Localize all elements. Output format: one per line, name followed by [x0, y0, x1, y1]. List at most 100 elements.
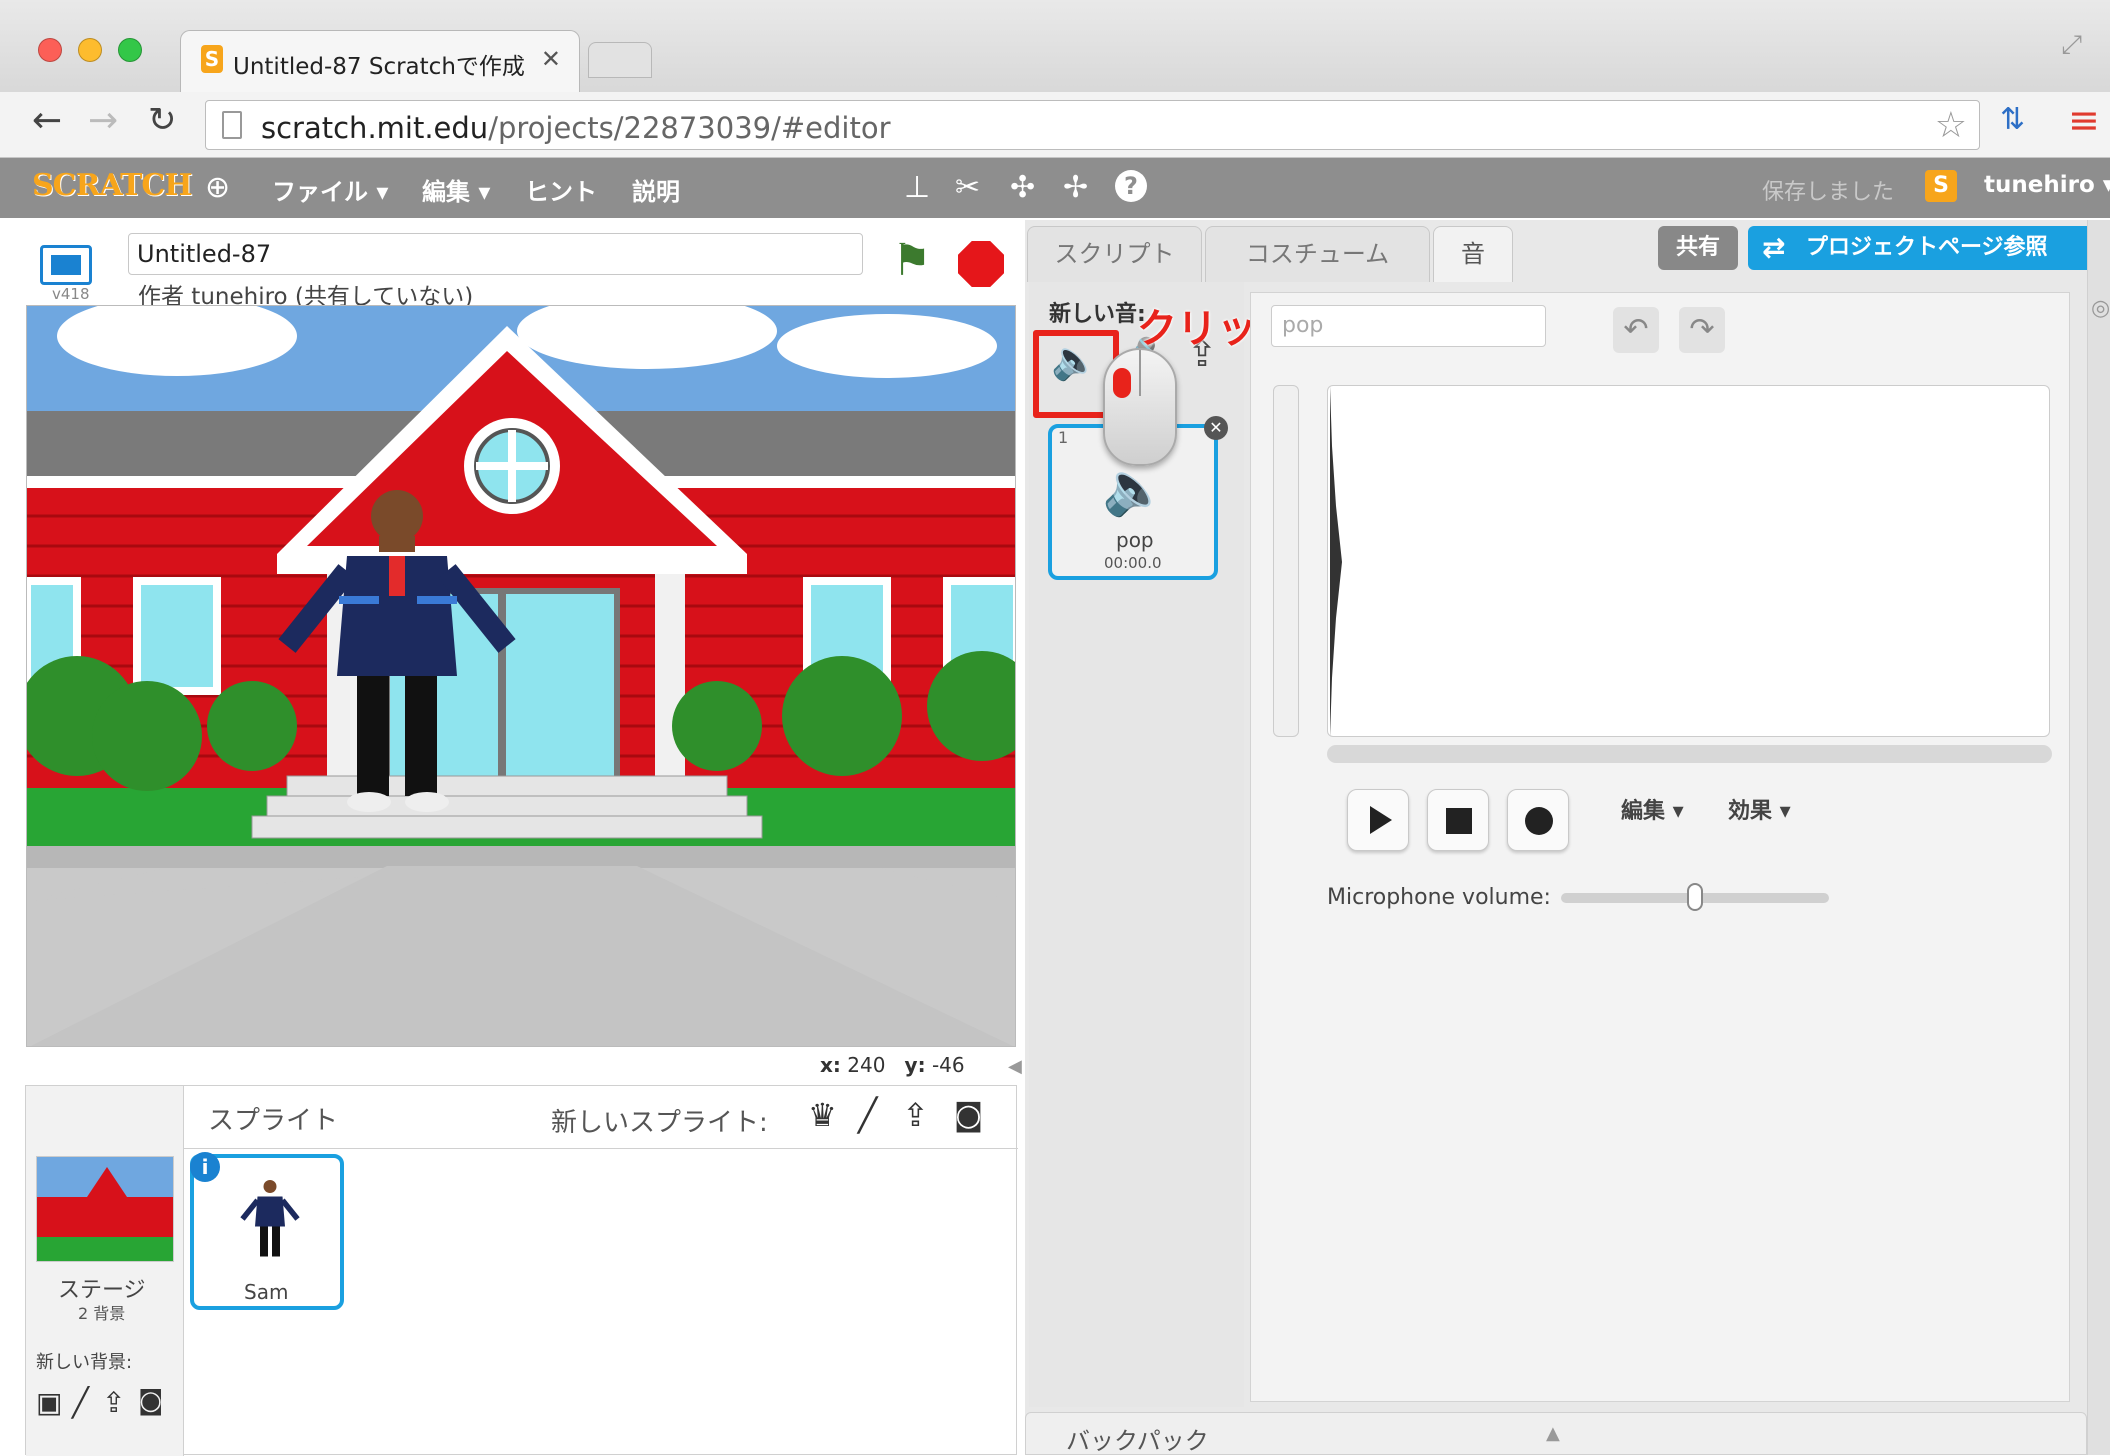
stop-icon	[1446, 808, 1472, 834]
sound-item-duration: 00:00.0	[1104, 554, 1162, 572]
sprite-camera-icon[interactable]: ◙	[954, 1098, 983, 1133]
green-flag-icon[interactable]: ⚑	[892, 235, 931, 286]
sound-item-index: 1	[1058, 428, 1069, 447]
mouse-cursor-icon	[1103, 348, 1177, 466]
backdrop-library-icon[interactable]: ▣	[36, 1386, 62, 1419]
tab-costumes[interactable]: コスチューム	[1205, 226, 1430, 282]
sprite-tile-sam[interactable]: i Sam	[190, 1152, 344, 1310]
user-avatar[interactable]: S	[1925, 170, 1957, 202]
backdrop-upload-icon[interactable]: ⇪	[102, 1386, 125, 1419]
waveform-scrollbar[interactable]	[1327, 745, 2052, 763]
address-bar[interactable]: scratch.mit.edu/projects/22873039/#edito…	[205, 100, 1980, 150]
scratch-menubar: SCRATCH ⊕ ファイル ▾ 編集 ▾ ヒント 説明 ⊥ ✂ ✣ ✢ ? 保…	[0, 158, 2110, 218]
undo-icon[interactable]: ↶	[1613, 307, 1659, 353]
stage-header: v418 Untitled-87 作者 tunehiro (共有していない) ⚑	[20, 225, 1020, 310]
backpack-expand-icon[interactable]: ▲	[1546, 1423, 1560, 1444]
sprite-paint-icon[interactable]: ╱	[858, 1096, 877, 1134]
project-page-icon: ⇄	[1762, 231, 1786, 264]
mic-volume-label: Microphone volume:	[1327, 885, 1551, 910]
stage-backdrop-count: 2 背景	[78, 1304, 126, 1323]
language-globe-icon[interactable]: ⊕	[205, 170, 230, 205]
page-icon	[222, 111, 242, 139]
sprite-upload-icon[interactable]: ⇪	[902, 1096, 929, 1134]
waveform-scroll-left[interactable]	[1273, 385, 1299, 737]
version-label: v418	[52, 285, 90, 303]
zoom-icon[interactable]: ◎	[2091, 296, 2110, 321]
new-backdrop-label: 新しい背景:	[36, 1352, 133, 1373]
scratch-favicon-icon: S	[201, 45, 223, 73]
back-icon[interactable]: ←	[32, 100, 62, 141]
sprite-name: Sam	[244, 1280, 289, 1304]
extension-icon[interactable]: ⇅	[2000, 102, 2025, 137]
browser-titlebar: S Untitled-87 Scratchで作成 ✕ ⤢	[0, 0, 2110, 100]
record-button[interactable]	[1507, 789, 1569, 851]
backdrop-camera-icon[interactable]: ◙	[138, 1386, 163, 1416]
bookmark-star-icon[interactable]: ☆	[1935, 105, 1967, 146]
stop-button[interactable]	[1427, 789, 1489, 851]
sam-sprite[interactable]	[277, 476, 517, 816]
project-page-button[interactable]: ⇄ プロジェクトページ参照	[1748, 226, 2110, 270]
new-sound-label: 新しい音:	[1049, 302, 1146, 327]
browser-tab[interactable]: S Untitled-87 Scratchで作成 ✕	[180, 30, 580, 92]
record-icon	[1525, 807, 1553, 835]
stage-canvas[interactable]	[26, 305, 1016, 1047]
mouse-coordinates: x: 240 y: -46	[820, 1053, 965, 1077]
zoom-window-button[interactable]	[118, 38, 142, 62]
menu-file[interactable]: ファイル ▾	[272, 172, 388, 207]
new-tab-button[interactable]	[588, 42, 652, 78]
menu-icon[interactable]: ≡	[2068, 98, 2100, 142]
tab-sounds[interactable]: 音	[1433, 226, 1513, 282]
minimize-window-button[interactable]	[78, 38, 102, 62]
backpack-bar[interactable]: バックパック ▲	[1025, 1412, 2087, 1455]
backdrop-paint-icon[interactable]: ╱	[72, 1386, 89, 1419]
forward-icon[interactable]: →	[88, 100, 118, 141]
sound-item-name: pop	[1116, 528, 1154, 552]
tab-scripts[interactable]: スクリプト	[1027, 226, 1202, 282]
sprite-library-icon[interactable]: ♛	[808, 1096, 837, 1134]
backpack-label: バックパック	[1066, 1427, 1209, 1455]
reload-icon[interactable]: ↻	[148, 100, 177, 140]
play-icon	[1370, 806, 1392, 834]
effects-menu[interactable]: 効果 ▾	[1728, 793, 1791, 825]
sound-editor-panel: スクリプト コスチューム 音 共有 ⇄ プロジェクトページ参照 新しい音: 🔈 …	[1025, 220, 2110, 1455]
cut-scissors-icon[interactable]: ✂	[955, 170, 980, 205]
menu-tips[interactable]: ヒント	[525, 172, 597, 207]
scripts-zoom-right-edge	[2087, 220, 2110, 1455]
grow-icon[interactable]: ✣	[1010, 170, 1035, 205]
menu-edit[interactable]: 編集 ▾	[422, 172, 490, 207]
sprites-header: スプライト	[208, 1106, 339, 1136]
sound-name-input[interactable]: pop	[1271, 305, 1546, 347]
duplicate-stamp-icon[interactable]: ⊥	[904, 170, 930, 205]
edit-menu[interactable]: 編集 ▾	[1621, 793, 1684, 825]
share-button[interactable]: 共有	[1658, 226, 1738, 270]
collapse-stage-icon[interactable]: ◀	[1008, 1056, 1022, 1077]
speaker-icon: 🔈	[1102, 459, 1167, 519]
close-window-button[interactable]	[38, 38, 62, 62]
mic-volume-thumb[interactable]	[1687, 883, 1703, 911]
help-icon[interactable]: ?	[1115, 170, 1147, 202]
delete-sound-icon[interactable]: ✕	[1204, 416, 1228, 440]
fullscreen-icon[interactable]: ⤢	[2061, 30, 2082, 61]
waveform-display[interactable]	[1327, 385, 2050, 737]
close-tab-icon[interactable]: ✕	[541, 45, 561, 73]
stage-thumbnail-column: ステージ 2 背景 新しい背景: ▣ ╱ ⇪ ◙	[26, 1086, 184, 1456]
redo-icon[interactable]: ↷	[1679, 307, 1725, 353]
sprite-info-icon[interactable]: i	[190, 1152, 220, 1182]
presentation-mode-button[interactable]	[40, 245, 92, 285]
sprite-pane: ステージ 2 背景 新しい背景: ▣ ╱ ⇪ ◙ スプライト 新しいスプライト:…	[25, 1085, 1018, 1456]
scratch-logo[interactable]: SCRATCH	[32, 168, 193, 203]
play-button[interactable]	[1347, 789, 1409, 851]
school-backdrop	[27, 306, 1015, 1046]
sprite-header-divider	[184, 1148, 1018, 1149]
stop-sign-icon[interactable]	[958, 241, 1004, 287]
stage-thumbnail[interactable]	[36, 1156, 174, 1262]
mic-volume-slider[interactable]	[1561, 883, 1829, 911]
url-path: /projects/22873039/#editor	[488, 111, 891, 145]
shrink-icon[interactable]: ✢	[1063, 170, 1088, 205]
menu-about[interactable]: 説明	[632, 172, 680, 207]
waveform-shape	[1330, 386, 1342, 736]
new-sprite-label: 新しいスプライト:	[551, 1108, 768, 1138]
project-title-input[interactable]: Untitled-87	[128, 233, 863, 275]
username-menu[interactable]: tunehiro ▾	[1984, 172, 2110, 198]
url-host: scratch.mit.edu	[261, 111, 489, 145]
